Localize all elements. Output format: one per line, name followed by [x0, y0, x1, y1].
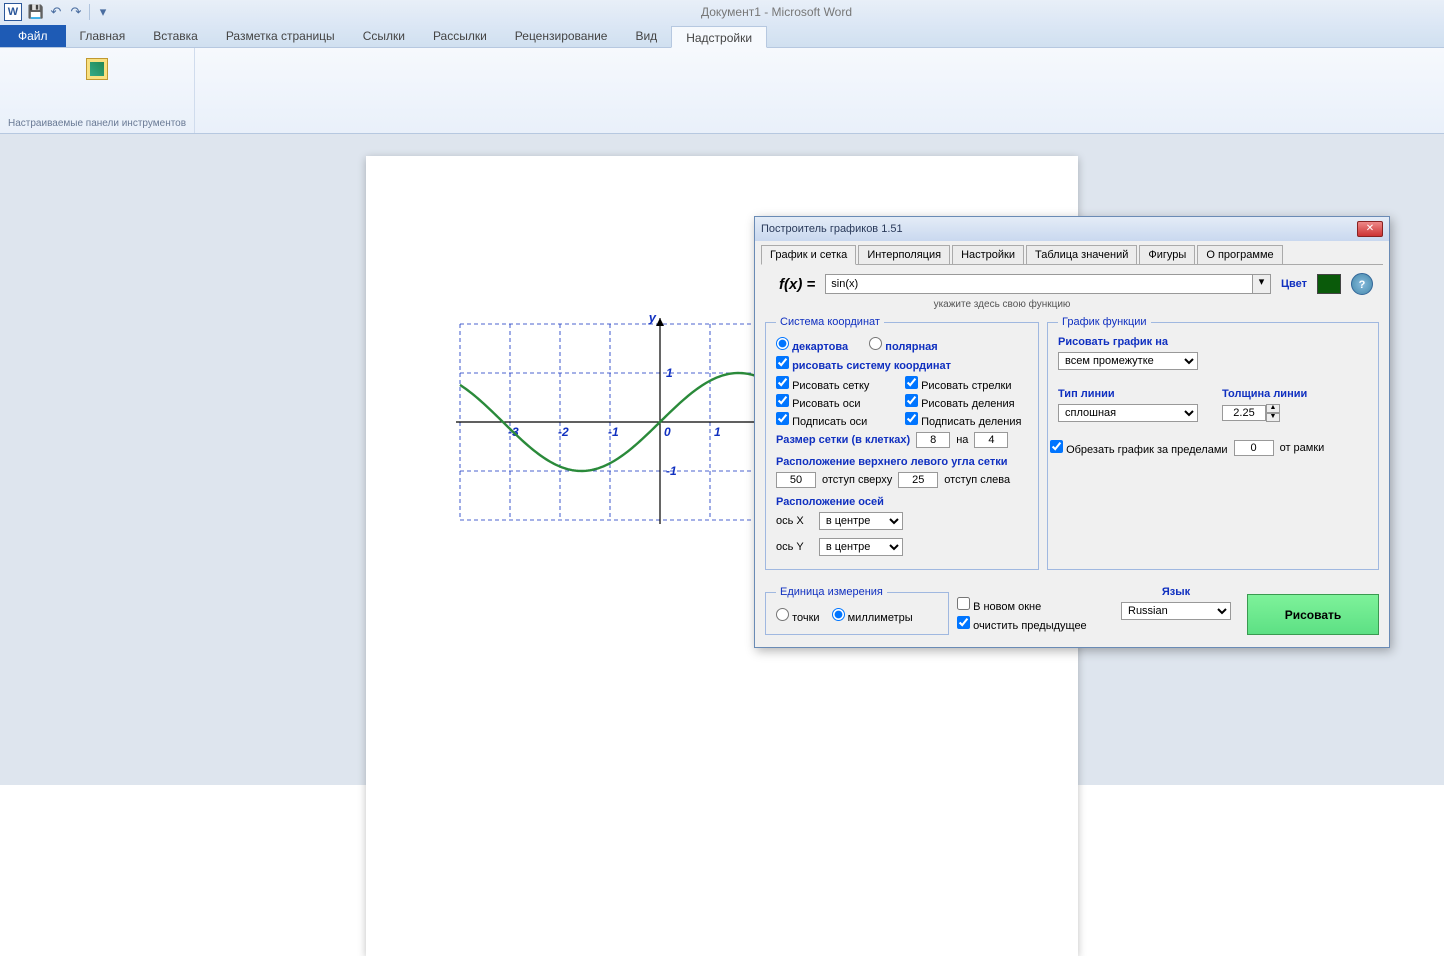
- checkbox-draw-ticks[interactable]: Рисовать деления: [905, 394, 1028, 410]
- undo-icon[interactable]: ↶: [46, 2, 66, 22]
- offset-top-label: отступ сверху: [822, 474, 892, 486]
- dialog-title: Построитель графиков 1.51: [761, 223, 1357, 235]
- offset-top-input[interactable]: [776, 472, 816, 488]
- title-bar: W 💾 ↶ ↷ ▾ Документ1 - Microsoft Word: [0, 0, 1444, 24]
- ribbon-tab-references[interactable]: Ссылки: [349, 25, 419, 47]
- checkbox-draw-grid[interactable]: Рисовать сетку: [776, 376, 899, 392]
- checkbox-draw-axes[interactable]: Рисовать оси: [776, 394, 899, 410]
- ribbon-tab-page-layout[interactable]: Разметка страницы: [212, 25, 349, 47]
- ribbon-body: Настраиваемые панели инструментов: [0, 48, 1444, 134]
- word-icon: W: [4, 3, 22, 21]
- axes-pos-label: Расположение осей: [776, 496, 1028, 508]
- radio-units-points[interactable]: точки: [776, 608, 820, 624]
- clip-value-input[interactable]: [1234, 440, 1274, 456]
- plot-builder-button[interactable]: [86, 58, 108, 80]
- grid-size-sep: на: [956, 434, 968, 446]
- dialog-titlebar[interactable]: Построитель графиков 1.51 ✕: [755, 217, 1389, 241]
- offset-label: Расположение верхнего левого угла сетки: [776, 456, 1028, 468]
- axis-y-select[interactable]: в центре: [819, 538, 903, 556]
- svg-text:-1: -1: [608, 425, 619, 439]
- svg-text:0: 0: [664, 425, 671, 439]
- checkbox-clear-prev[interactable]: очистить предыдущее: [957, 616, 1087, 632]
- offset-left-label: отступ слева: [944, 474, 1010, 486]
- dtab-value-table[interactable]: Таблица значений: [1026, 245, 1137, 264]
- qat-dropdown-icon[interactable]: ▾: [93, 2, 113, 22]
- help-button[interactable]: ?: [1351, 273, 1373, 295]
- draw-on-select[interactable]: всем промежутке: [1058, 352, 1198, 370]
- app-title: Документ1 - Microsoft Word: [113, 5, 1440, 19]
- ribbon-tab-insert[interactable]: Вставка: [139, 25, 212, 47]
- save-icon[interactable]: 💾: [26, 2, 46, 22]
- dialog-bottom: Единица измерения точки миллиметры В нов…: [755, 580, 1389, 647]
- dtab-interpolation[interactable]: Интерполяция: [858, 245, 950, 264]
- clip-suffix: от рамки: [1280, 442, 1325, 454]
- plot-builder-icon: [90, 62, 104, 76]
- dtab-about[interactable]: О программе: [1197, 245, 1282, 264]
- dialog-tabstrip: График и сетка Интерполяция Настройки Та…: [755, 241, 1389, 264]
- redo-icon[interactable]: ↷: [66, 2, 86, 22]
- ribbon-tab-home[interactable]: Главная: [66, 25, 140, 47]
- fx-prefix: f(x) =: [779, 276, 815, 293]
- units-fieldset: Единица измерения точки миллиметры: [765, 586, 949, 635]
- spin-down-icon[interactable]: ▼: [1266, 413, 1280, 422]
- svg-text:1: 1: [666, 366, 673, 380]
- lang-select[interactable]: Russian: [1121, 602, 1231, 620]
- lang-fieldset: Язык Russian: [1113, 586, 1231, 635]
- ribbon-tabstrip: Файл Главная Вставка Разметка страницы С…: [0, 24, 1444, 48]
- color-label: Цвет: [1281, 278, 1307, 290]
- axis-x-select[interactable]: в центре: [819, 512, 903, 530]
- checkbox-new-window[interactable]: В новом окне: [957, 597, 1041, 613]
- coord-system-legend: Система координат: [776, 316, 884, 328]
- line-width-input[interactable]: [1222, 405, 1266, 421]
- ribbon-group-custom-toolbars: Настраиваемые панели инструментов: [0, 48, 195, 133]
- dtab-settings[interactable]: Настройки: [952, 245, 1024, 264]
- close-button[interactable]: ✕: [1357, 221, 1383, 237]
- line-type-select[interactable]: сплошная: [1058, 404, 1198, 422]
- function-row: f(x) = ▾ Цвет ?: [755, 271, 1389, 297]
- ribbon-group-label: Настраиваемые панели инструментов: [8, 118, 186, 129]
- svg-text:-1: -1: [666, 464, 677, 478]
- radio-polar[interactable]: полярная: [869, 337, 937, 353]
- func-graph-fieldset: График функции Рисовать график на всем п…: [1047, 316, 1379, 570]
- axis-y-label: ось Y: [776, 541, 804, 553]
- svg-text:y: y: [648, 310, 657, 325]
- func-graph-legend: График функции: [1058, 316, 1151, 328]
- ribbon-tab-addins[interactable]: Надстройки: [671, 26, 767, 48]
- function-input[interactable]: [825, 274, 1253, 294]
- offset-left-input[interactable]: [898, 472, 938, 488]
- axis-x-label: ось X: [776, 515, 804, 527]
- lang-label: Язык: [1121, 586, 1231, 598]
- plot-builder-dialog: Построитель графиков 1.51 ✕ График и сет…: [754, 216, 1390, 648]
- radio-units-mm[interactable]: миллиметры: [832, 608, 913, 624]
- spin-up-icon[interactable]: ▲: [1266, 404, 1280, 413]
- checkbox-draw-system[interactable]: рисовать систему координат: [776, 356, 951, 372]
- grid-width-input[interactable]: [916, 432, 950, 448]
- ribbon-tab-view[interactable]: Вид: [621, 25, 671, 47]
- checkbox-clip[interactable]: Обрезать график за пределами: [1050, 440, 1228, 456]
- radio-cartesian[interactable]: декартова: [776, 337, 848, 353]
- svg-text:-2: -2: [558, 425, 569, 439]
- checkbox-label-axes[interactable]: Подписать оси: [776, 412, 899, 428]
- draw-button[interactable]: Рисовать: [1247, 594, 1379, 635]
- dtab-graph-grid[interactable]: График и сетка: [761, 245, 856, 265]
- units-legend: Единица измерения: [776, 586, 887, 598]
- file-tab[interactable]: Файл: [0, 25, 66, 47]
- qat-separator: [89, 4, 90, 20]
- color-picker[interactable]: [1317, 274, 1341, 294]
- checkbox-draw-arrows[interactable]: Рисовать стрелки: [905, 376, 1028, 392]
- grid-size-label: Размер сетки (в клетках): [776, 434, 910, 446]
- svg-text:1: 1: [714, 425, 721, 439]
- function-dropdown-icon[interactable]: ▾: [1253, 274, 1271, 294]
- draw-on-label: Рисовать график на: [1058, 336, 1368, 348]
- ribbon-tab-mailings[interactable]: Рассылки: [419, 25, 501, 47]
- ribbon-tab-review[interactable]: Рецензирование: [501, 25, 622, 47]
- line-type-label: Тип линии: [1058, 388, 1198, 400]
- grid-height-input[interactable]: [974, 432, 1008, 448]
- line-width-label: Толщина линии: [1222, 388, 1307, 400]
- function-hint: укажите здесь свою функцию: [755, 299, 1249, 310]
- dtab-shapes[interactable]: Фигуры: [1139, 245, 1195, 264]
- line-width-spinner[interactable]: ▲▼: [1222, 404, 1307, 422]
- checkbox-label-ticks[interactable]: Подписать деления: [905, 412, 1028, 428]
- coord-system-fieldset: Система координат декартова полярная рис…: [765, 316, 1039, 570]
